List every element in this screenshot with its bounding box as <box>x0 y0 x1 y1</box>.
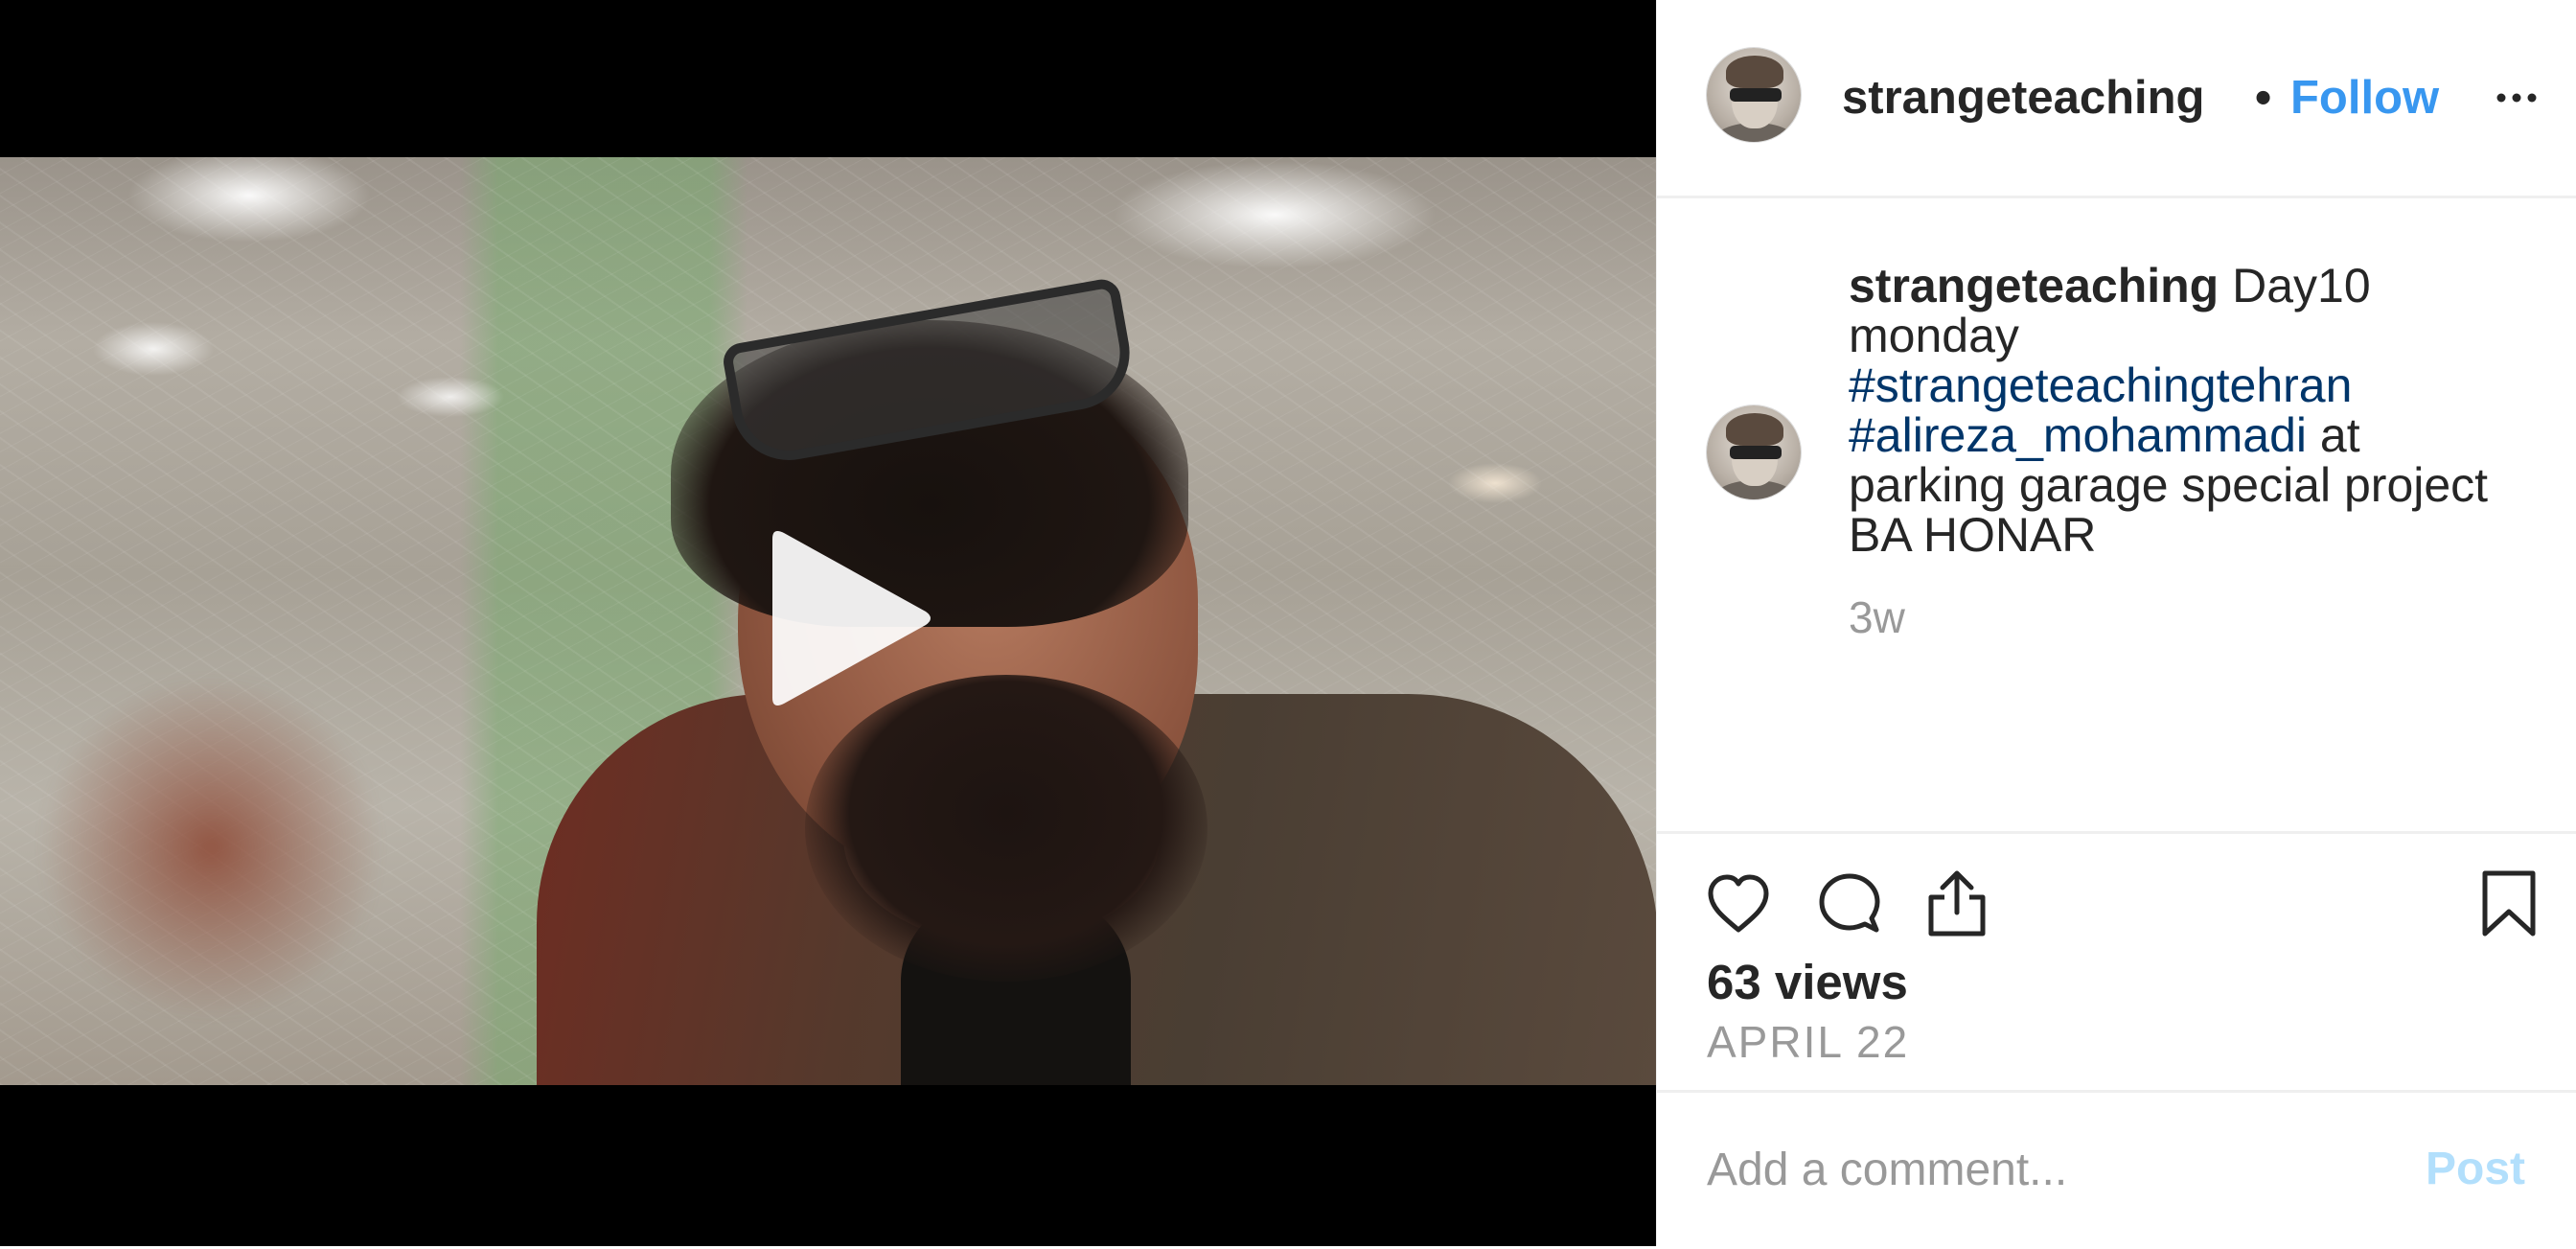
avatar-hair <box>1726 413 1783 446</box>
caption-timestamp[interactable]: 3w <box>1849 591 1905 643</box>
caption-text: strangeteaching Day10 monday #strangetea… <box>1849 261 2500 560</box>
heart-icon[interactable] <box>1705 870 1772 937</box>
hashtag-link[interactable]: #strangeteachingtehran <box>1849 359 2352 412</box>
caption-avatar[interactable] <box>1707 405 1801 499</box>
post-media[interactable] <box>0 0 1656 1246</box>
play-icon[interactable] <box>751 527 933 709</box>
follow-button[interactable]: Follow <box>2290 69 2439 127</box>
mention-link[interactable]: #alireza_mohammadi <box>1849 408 2307 462</box>
view-count[interactable]: 63 views <box>1707 954 1908 1010</box>
separator-dot: • <box>2255 72 2272 124</box>
avatar-hair <box>1726 56 1783 88</box>
post-date[interactable]: APRIL 22 <box>1707 1016 1909 1068</box>
more-horizontal-icon[interactable] <box>2493 79 2541 117</box>
action-bar: 63 views APRIL 22 <box>1657 831 2576 1093</box>
comment-icon[interactable] <box>1816 870 1883 937</box>
avatar-glasses <box>1730 88 1782 102</box>
video-blurred-hand <box>38 675 383 1020</box>
comment-bar: Post <box>1657 1090 2576 1249</box>
video-person-beard <box>805 675 1208 982</box>
post-comment-button[interactable]: Post <box>2426 1141 2525 1198</box>
username-link[interactable]: strangeteaching <box>1842 69 2242 127</box>
comment-input[interactable] <box>1707 1141 2378 1198</box>
post-side-panel: strangeteaching • Follow strangeteaching… <box>1656 0 2576 1246</box>
share-icon[interactable] <box>1923 868 1990 939</box>
avatar[interactable] <box>1707 48 1801 142</box>
caption-username-link[interactable]: strangeteaching <box>1849 259 2219 312</box>
caption-section: strangeteaching Day10 monday #strangetea… <box>1657 198 2576 831</box>
avatar-glasses <box>1730 446 1782 459</box>
post-header: strangeteaching • Follow <box>1657 0 2576 198</box>
bookmark-icon[interactable] <box>2479 868 2539 939</box>
